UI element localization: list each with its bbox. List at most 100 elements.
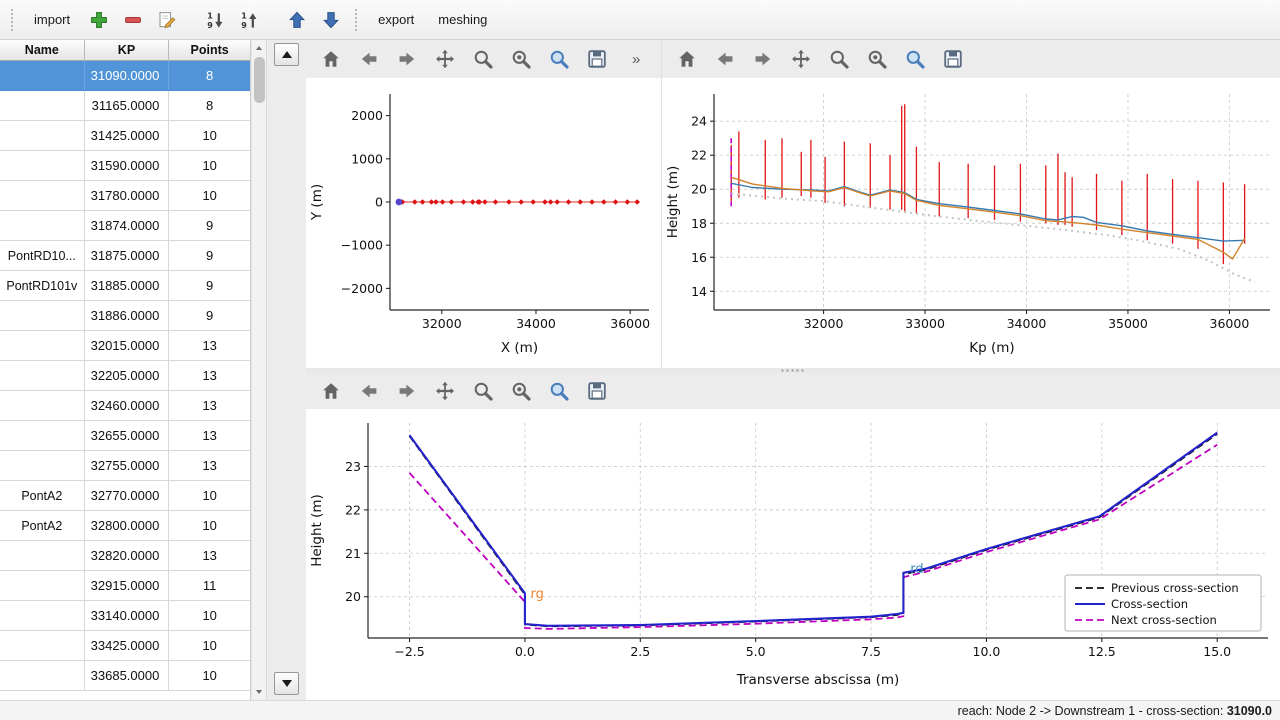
table-row[interactable]: 32015.000013 xyxy=(0,331,250,361)
cell-points: 10 xyxy=(169,661,250,691)
cell-kp: 32820.0000 xyxy=(85,541,170,571)
cell-points: 8 xyxy=(169,61,250,91)
column-header-points[interactable]: Points xyxy=(169,40,250,61)
cell-name xyxy=(0,91,85,121)
toolbar-overflow-indicator[interactable]: » xyxy=(632,51,640,68)
save-button[interactable] xyxy=(582,376,612,406)
table-row[interactable]: 31874.00009 xyxy=(0,211,250,241)
table-row[interactable]: 33425.000010 xyxy=(0,631,250,661)
table-row[interactable]: 31780.000010 xyxy=(0,181,250,211)
plan-view-toolbar: » xyxy=(306,40,661,78)
home-icon xyxy=(676,48,698,70)
svg-text:Kp (m): Kp (m) xyxy=(969,340,1014,356)
table-body: 31090.0000831165.0000831425.00001031590.… xyxy=(0,61,250,691)
zoom-icon xyxy=(828,48,850,70)
svg-text:Transverse abscissa (m): Transverse abscissa (m) xyxy=(736,672,900,688)
table-row[interactable]: 31425.000010 xyxy=(0,121,250,151)
cell-kp: 33685.0000 xyxy=(85,661,170,691)
zoom-icon xyxy=(472,380,494,402)
previous-cross-section-button[interactable] xyxy=(282,5,312,35)
export-button[interactable]: export xyxy=(368,6,424,33)
back-button[interactable] xyxy=(710,44,740,74)
cell-points: 13 xyxy=(169,541,250,571)
svg-text:20: 20 xyxy=(691,182,707,197)
home-button[interactable] xyxy=(316,44,346,74)
home-button[interactable] xyxy=(672,44,702,74)
cell-kp: 31165.0000 xyxy=(85,91,170,121)
table-row[interactable]: PontRD10...31875.00009 xyxy=(0,241,250,271)
table-row[interactable]: 31165.00008 xyxy=(0,91,250,121)
edit-cross-section-button[interactable] xyxy=(152,5,182,35)
table-row[interactable]: 31090.00008 xyxy=(0,61,250,91)
add-cross-section-button[interactable] xyxy=(84,5,114,35)
svg-text:Height (m): Height (m) xyxy=(309,494,325,567)
forward-button[interactable] xyxy=(392,376,422,406)
svg-text:32000: 32000 xyxy=(804,316,844,331)
sort-descending-button[interactable]: 19 xyxy=(200,5,230,35)
pan-button[interactable] xyxy=(430,44,460,74)
column-header-kp[interactable]: KP xyxy=(85,40,170,61)
customize-button[interactable] xyxy=(544,376,574,406)
zoom-button[interactable] xyxy=(468,44,498,74)
cell-kp: 33425.0000 xyxy=(85,631,170,661)
zoom-button[interactable] xyxy=(824,44,854,74)
table-row[interactable]: 32205.000013 xyxy=(0,361,250,391)
table-row[interactable]: 32915.000011 xyxy=(0,571,250,601)
pan-button[interactable] xyxy=(430,376,460,406)
table-row[interactable]: 32460.000013 xyxy=(0,391,250,421)
back-button[interactable] xyxy=(354,376,384,406)
forward-button[interactable] xyxy=(392,44,422,74)
nav-down-button[interactable] xyxy=(274,672,299,695)
sort-asc-icon: 19 xyxy=(239,10,259,30)
svg-text:7.5: 7.5 xyxy=(861,644,881,659)
scrollbar-up-arrow[interactable] xyxy=(252,41,266,55)
plan-view-canvas[interactable]: 320003400036000−2000−1000010002000X (m)Y… xyxy=(306,78,661,368)
scrollbar-down-arrow[interactable] xyxy=(252,685,266,699)
cell-name xyxy=(0,361,85,391)
customize-button[interactable] xyxy=(544,44,574,74)
table-row[interactable]: 31886.00009 xyxy=(0,301,250,331)
home-button[interactable] xyxy=(316,376,346,406)
pan-button[interactable] xyxy=(786,44,816,74)
subplots-button[interactable] xyxy=(506,376,536,406)
save-button[interactable] xyxy=(938,44,968,74)
table-row[interactable]: 32820.000013 xyxy=(0,541,250,571)
table-scrollbar[interactable] xyxy=(251,40,267,700)
forward-button[interactable] xyxy=(748,44,778,74)
cell-kp: 32915.0000 xyxy=(85,571,170,601)
import-button[interactable]: import xyxy=(24,6,80,33)
svg-text:2.5: 2.5 xyxy=(630,644,650,659)
table-row[interactable]: 33685.000010 xyxy=(0,661,250,691)
pan-icon xyxy=(434,380,456,402)
next-cross-section-button[interactable] xyxy=(316,5,346,35)
plan-view-pane: » 320003400036000−2000−1000010002000X (m… xyxy=(306,40,662,368)
meshing-button[interactable]: meshing xyxy=(428,6,497,33)
cross-section-canvas[interactable]: rgrd−2.50.02.55.07.510.012.515.020212223… xyxy=(306,409,1280,700)
column-header-name[interactable]: Name xyxy=(0,40,85,61)
subplots-button[interactable] xyxy=(506,44,536,74)
triangle-down-icon xyxy=(282,680,292,687)
sort-ascending-button[interactable]: 19 xyxy=(234,5,264,35)
table-row[interactable]: 31590.000010 xyxy=(0,151,250,181)
save-button[interactable] xyxy=(582,44,612,74)
table-row[interactable]: 33140.000010 xyxy=(0,601,250,631)
subplots-button[interactable] xyxy=(862,44,892,74)
svg-text:rd: rd xyxy=(910,562,923,577)
svg-text:5.0: 5.0 xyxy=(746,644,766,659)
remove-cross-section-button[interactable] xyxy=(118,5,148,35)
scrollbar-thumb[interactable] xyxy=(254,57,265,103)
nav-up-button[interactable] xyxy=(274,43,299,66)
arrow-up-icon xyxy=(287,10,307,30)
zoom-button[interactable] xyxy=(468,376,498,406)
svg-text:12.5: 12.5 xyxy=(1088,644,1116,659)
table-row[interactable]: 32655.000013 xyxy=(0,421,250,451)
cell-points: 13 xyxy=(169,361,250,391)
table-row[interactable]: PontA232800.000010 xyxy=(0,511,250,541)
table-row[interactable]: 32755.000013 xyxy=(0,451,250,481)
long-profile-canvas[interactable]: 3200033000340003500036000141618202224Kp … xyxy=(662,78,1280,368)
table-row[interactable]: PontRD101v31885.00009 xyxy=(0,271,250,301)
customize-button[interactable] xyxy=(900,44,930,74)
cell-kp: 32755.0000 xyxy=(85,451,170,481)
back-button[interactable] xyxy=(354,44,384,74)
table-row[interactable]: PontA232770.000010 xyxy=(0,481,250,511)
